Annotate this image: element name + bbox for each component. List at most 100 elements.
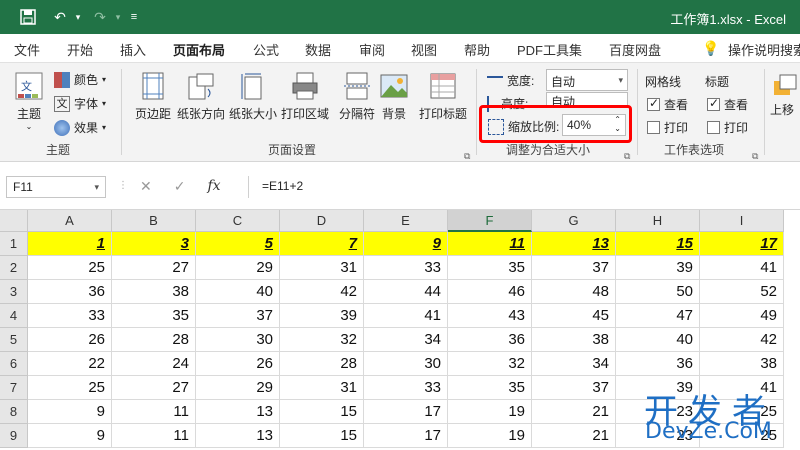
- enter-icon[interactable]: ✓: [174, 178, 186, 195]
- column-header-a[interactable]: A: [28, 210, 112, 232]
- table-cell[interactable]: 3: [112, 232, 196, 256]
- column-header-i[interactable]: I: [700, 210, 784, 232]
- table-cell[interactable]: 27: [112, 376, 196, 400]
- table-cell[interactable]: 11: [112, 424, 196, 448]
- table-cell[interactable]: 35: [448, 256, 532, 280]
- table-cell[interactable]: 15: [616, 232, 700, 256]
- table-cell[interactable]: 29: [196, 256, 280, 280]
- print-area-button[interactable]: 打印区域: [280, 71, 330, 122]
- table-cell[interactable]: 40: [616, 328, 700, 352]
- formula-input[interactable]: =E11+2: [262, 179, 303, 193]
- save-icon[interactable]: [16, 7, 40, 27]
- column-header-b[interactable]: B: [112, 210, 196, 232]
- column-header-h[interactable]: H: [616, 210, 700, 232]
- table-cell[interactable]: 28: [280, 352, 364, 376]
- row-header[interactable]: 6: [0, 352, 28, 376]
- insert-function-icon[interactable]: fx: [207, 178, 220, 195]
- tab-review[interactable]: 审阅: [359, 40, 385, 59]
- table-cell[interactable]: 38: [112, 280, 196, 304]
- table-cell[interactable]: 9: [364, 232, 448, 256]
- table-cell[interactable]: 36: [616, 352, 700, 376]
- tab-insert[interactable]: 插入: [120, 40, 146, 59]
- scale-launcher-icon[interactable]: ⧉: [624, 151, 630, 162]
- table-cell[interactable]: 49: [700, 304, 784, 328]
- tab-formulas[interactable]: 公式: [253, 40, 279, 59]
- tab-help[interactable]: 帮助: [464, 40, 490, 59]
- tab-pdf-tools[interactable]: PDF工具集: [517, 40, 582, 59]
- row-header[interactable]: 3: [0, 280, 28, 304]
- sheet-options-launcher-icon[interactable]: ⧉: [752, 151, 758, 162]
- table-cell[interactable]: 32: [280, 328, 364, 352]
- table-cell[interactable]: 36: [448, 328, 532, 352]
- tab-view[interactable]: 视图: [411, 40, 437, 59]
- table-cell[interactable]: 33: [28, 304, 112, 328]
- table-cell[interactable]: 11: [448, 232, 532, 256]
- column-header-c[interactable]: C: [196, 210, 280, 232]
- table-cell[interactable]: 42: [280, 280, 364, 304]
- table-cell[interactable]: 52: [700, 280, 784, 304]
- paper-size-button[interactable]: 纸张大小: [228, 71, 278, 122]
- table-cell[interactable]: 39: [280, 304, 364, 328]
- table-cell[interactable]: 30: [196, 328, 280, 352]
- table-cell[interactable]: 47: [616, 304, 700, 328]
- bring-forward-button[interactable]: 上移: [770, 71, 800, 118]
- tab-baidu-netdisk[interactable]: 百度网盘: [609, 40, 661, 59]
- row-header[interactable]: 2: [0, 256, 28, 280]
- table-cell[interactable]: 31: [280, 256, 364, 280]
- table-cell[interactable]: 35: [448, 376, 532, 400]
- table-cell[interactable]: 42: [700, 328, 784, 352]
- table-cell[interactable]: 17: [364, 424, 448, 448]
- table-cell[interactable]: 45: [532, 304, 616, 328]
- tab-home[interactable]: 开始: [67, 40, 93, 59]
- table-cell[interactable]: 33: [364, 376, 448, 400]
- table-cell[interactable]: 46: [448, 280, 532, 304]
- table-cell[interactable]: 21: [532, 424, 616, 448]
- table-cell[interactable]: 17: [364, 400, 448, 424]
- themes-button[interactable]: 文 主题 ⌄: [6, 71, 52, 131]
- table-cell[interactable]: 9: [28, 400, 112, 424]
- table-cell[interactable]: 35: [112, 304, 196, 328]
- table-cell[interactable]: 29: [196, 376, 280, 400]
- table-cell[interactable]: 15: [280, 400, 364, 424]
- table-cell[interactable]: 36: [28, 280, 112, 304]
- tab-data[interactable]: 数据: [305, 40, 331, 59]
- table-cell[interactable]: 50: [616, 280, 700, 304]
- table-cell[interactable]: 7: [280, 232, 364, 256]
- gridlines-view-checkbox[interactable]: 查看: [647, 96, 688, 113]
- table-cell[interactable]: 19: [448, 400, 532, 424]
- table-cell[interactable]: 43: [448, 304, 532, 328]
- customize-quick-access-icon[interactable]: ≡: [122, 7, 146, 27]
- table-cell[interactable]: 15: [280, 424, 364, 448]
- margins-button[interactable]: 页边距: [128, 71, 178, 122]
- table-cell[interactable]: 27: [112, 256, 196, 280]
- table-cell[interactable]: 24: [112, 352, 196, 376]
- table-cell[interactable]: 9: [28, 424, 112, 448]
- table-cell[interactable]: 40: [196, 280, 280, 304]
- orientation-button[interactable]: 纸张方向: [176, 71, 226, 122]
- table-cell[interactable]: 5: [196, 232, 280, 256]
- background-button[interactable]: 背景: [374, 71, 414, 122]
- column-header-g[interactable]: G: [532, 210, 616, 232]
- tell-me-search[interactable]: 操作说明搜索: [728, 40, 800, 59]
- table-cell[interactable]: 19: [448, 424, 532, 448]
- table-cell[interactable]: 39: [616, 256, 700, 280]
- row-header[interactable]: 5: [0, 328, 28, 352]
- column-header-e[interactable]: E: [364, 210, 448, 232]
- table-cell[interactable]: 32: [448, 352, 532, 376]
- table-cell[interactable]: 34: [364, 328, 448, 352]
- table-cell[interactable]: 26: [196, 352, 280, 376]
- print-titles-button[interactable]: 打印标题: [416, 71, 470, 122]
- column-header-f[interactable]: F: [448, 210, 532, 232]
- row-header[interactable]: 1: [0, 232, 28, 256]
- table-cell[interactable]: 13: [532, 232, 616, 256]
- page-setup-launcher-icon[interactable]: ⧉: [464, 151, 470, 162]
- column-header-d[interactable]: D: [280, 210, 364, 232]
- select-all-corner[interactable]: [0, 210, 28, 232]
- table-cell[interactable]: 26: [28, 328, 112, 352]
- height-dropdown[interactable]: 自动: [546, 92, 628, 106]
- undo-dropdown-icon[interactable]: ▾: [66, 7, 90, 27]
- table-cell[interactable]: 37: [196, 304, 280, 328]
- table-cell[interactable]: 13: [196, 424, 280, 448]
- width-dropdown[interactable]: 自动 ▾: [546, 69, 628, 91]
- table-cell[interactable]: 37: [532, 256, 616, 280]
